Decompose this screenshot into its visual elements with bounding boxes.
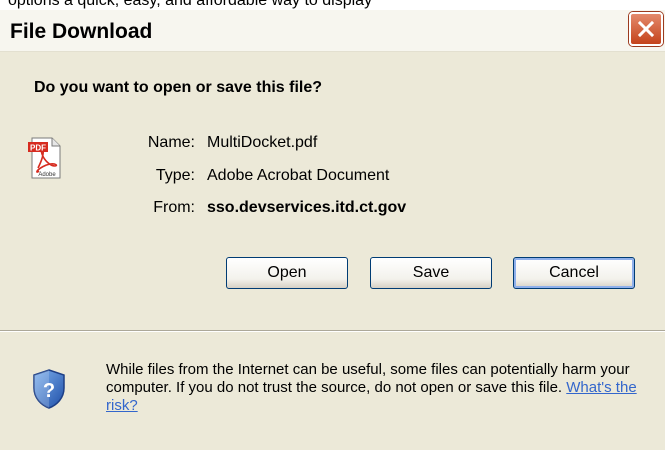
pdf-file-icon: PDF Adobe bbox=[28, 137, 61, 179]
file-name-label: Name: bbox=[147, 134, 195, 151]
warning-message: While files from the Internet can be use… bbox=[106, 361, 630, 396]
file-source-label: From: bbox=[153, 199, 195, 216]
svg-text:Adobe: Adobe bbox=[38, 172, 56, 178]
security-warning-panel: ? While files from the Internet can be u… bbox=[0, 332, 665, 450]
file-source-value: sso.devservices.itd.ct.gov bbox=[207, 199, 407, 216]
security-warning-text: While files from the Internet can be use… bbox=[106, 361, 651, 415]
file-type-label: Type: bbox=[155, 167, 195, 184]
security-shield-icon: ? bbox=[33, 369, 65, 409]
dialog-question: Do you want to open or save this file? bbox=[34, 79, 323, 96]
close-icon bbox=[637, 20, 655, 38]
dialog-content: Do you want to open or save this file? P… bbox=[0, 52, 665, 330]
close-button[interactable] bbox=[629, 12, 663, 46]
open-button[interactable]: Open bbox=[226, 257, 348, 289]
cancel-button[interactable]: Cancel bbox=[513, 257, 635, 289]
background-page-strip: options a quick, easy, and affordable wa… bbox=[0, 0, 665, 10]
svg-text:PDF: PDF bbox=[30, 144, 46, 153]
file-name-value: MultiDocket.pdf bbox=[207, 134, 318, 151]
save-button[interactable]: Save bbox=[370, 257, 492, 289]
file-type-value: Adobe Acrobat Document bbox=[207, 167, 390, 184]
svg-text:?: ? bbox=[43, 380, 55, 402]
window-title: File Download bbox=[10, 20, 153, 43]
background-page-text: options a quick, easy, and affordable wa… bbox=[8, 0, 373, 9]
title-bar[interactable]: File Download bbox=[0, 10, 665, 52]
